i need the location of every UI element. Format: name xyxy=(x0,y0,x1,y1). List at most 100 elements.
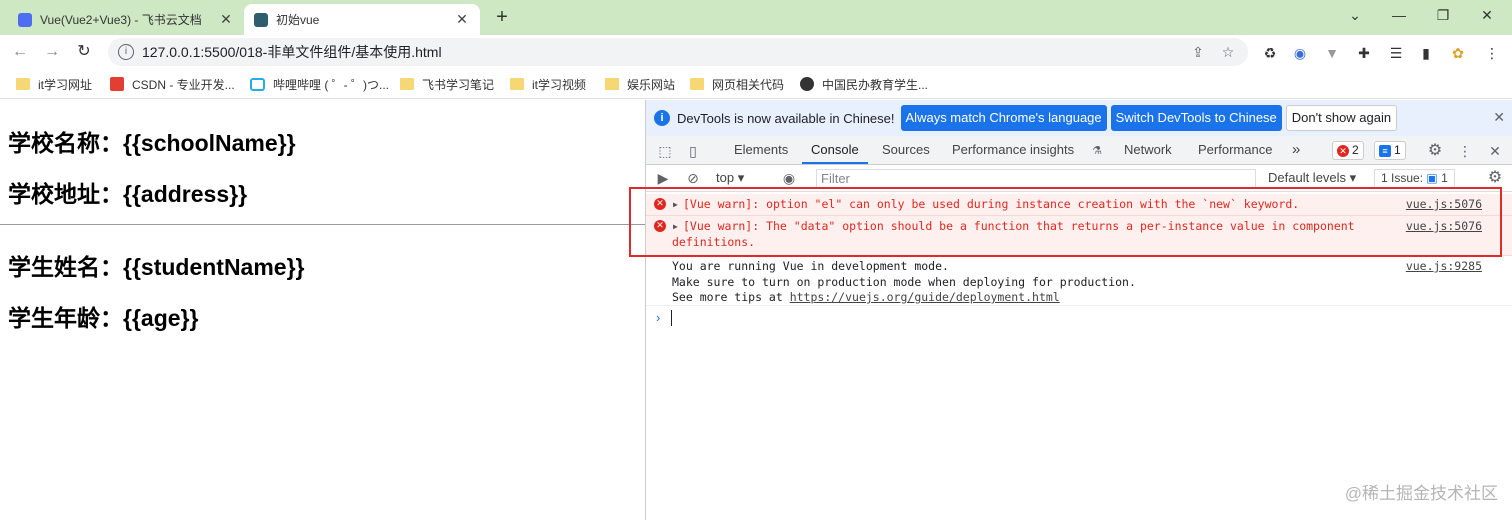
side-panel-icon[interactable]: ▮ xyxy=(1416,43,1436,63)
close-devtools-icon[interactable]: ✕ xyxy=(1486,142,1504,160)
devtools-tabbar: ⬚ ▯ Elements Console Sources Performance… xyxy=(646,136,1512,165)
context-label: top xyxy=(716,170,735,185)
tab-vue-init[interactable]: 初始vue ✕ xyxy=(244,4,480,35)
tab-performance-insights[interactable]: Performance insights xyxy=(952,136,1074,164)
bookmark-entertainment[interactable]: 娱乐网站 xyxy=(605,75,675,93)
message-count: 1 xyxy=(1394,143,1401,157)
bookmark-label: CSDN - 专业开发... xyxy=(132,77,235,92)
close-tab-icon[interactable]: ✕ xyxy=(218,11,234,28)
inspect-element-icon[interactable]: ⬚ xyxy=(656,142,674,160)
tab-elements[interactable]: Elements xyxy=(734,136,788,164)
browser-toolbar: ← → ↻ i 127.0.0.1:5500/018-非单文件组件/基本使用.h… xyxy=(0,35,1512,69)
reload-button[interactable]: ↻ xyxy=(72,40,96,64)
address-bar[interactable]: i 127.0.0.1:5500/018-非单文件组件/基本使用.html ⇪ … xyxy=(108,38,1248,66)
infobar-message: DevTools is now available in Chinese! xyxy=(677,110,895,126)
switch-to-chinese-button[interactable]: Switch DevTools to Chinese xyxy=(1110,105,1282,131)
issues-count: 1 xyxy=(1441,171,1448,185)
device-toolbar-icon[interactable]: ▯ xyxy=(684,142,702,160)
extension-opera-icon[interactable]: ◉ xyxy=(1290,43,1310,63)
restore-button[interactable]: ❐ xyxy=(1428,4,1458,26)
info-line: You are running Vue in development mode. xyxy=(672,259,949,273)
school-name-heading: 学校名称：{{schoolName}} xyxy=(8,130,296,156)
new-tab-button[interactable]: + xyxy=(490,6,514,30)
bookmark-bilibili[interactable]: 哔哩哔哩 ( ゜- ゜)つ... xyxy=(250,75,389,93)
folder-icon xyxy=(400,78,414,90)
student-name-heading: 学生姓名：{{studentName}} xyxy=(8,254,305,280)
error-icon: ✕ xyxy=(1337,145,1349,157)
close-window-button[interactable]: ✕ xyxy=(1472,4,1502,26)
divider xyxy=(0,224,645,225)
site-info-icon[interactable]: i xyxy=(118,44,134,60)
flask-icon: ⚗ xyxy=(1092,145,1102,157)
devtools-menu-icon[interactable]: ⋮ xyxy=(1456,142,1474,160)
bookmark-it-videos[interactable]: it学习视频 xyxy=(510,75,586,93)
back-button[interactable]: ← xyxy=(8,40,32,64)
share-icon[interactable]: ⇪ xyxy=(1188,42,1208,62)
bookmark-csdn[interactable]: CSDN - 专业开发... xyxy=(110,75,235,93)
always-match-language-button[interactable]: Always match Chrome's language xyxy=(900,105,1107,131)
vscode-icon xyxy=(254,12,268,27)
message-icon: ▣ xyxy=(1426,171,1438,185)
bookmark-star-icon[interactable]: ☆ xyxy=(1218,42,1238,62)
log-levels-dropdown[interactable]: Default levels ▾ xyxy=(1268,170,1356,186)
watermark: @稀土掘金技术社区 xyxy=(1344,484,1498,503)
close-tab-icon[interactable]: ✕ xyxy=(454,11,470,28)
issues-button[interactable]: 1 Issue: ▣ 1 xyxy=(1374,169,1455,188)
forward-button[interactable]: → xyxy=(40,40,64,64)
page-content: 学校名称：{{schoolName}} 学校地址：{{address}} 学生姓… xyxy=(0,100,645,520)
console-info-row: You are running Vue in development mode.… xyxy=(646,256,1512,306)
info-message: You are running Vue in development mode.… xyxy=(672,259,1382,306)
tab-network[interactable]: Network xyxy=(1124,136,1172,164)
tab-performance[interactable]: Performance xyxy=(1198,136,1272,164)
error-count-badge[interactable]: ✕ 2 xyxy=(1332,141,1364,160)
folder-icon xyxy=(690,78,704,90)
extension-recycle-icon[interactable]: ♻ xyxy=(1260,43,1280,63)
dont-show-again-button[interactable]: Don't show again xyxy=(1285,105,1398,131)
chrome-menu-icon[interactable]: ⋮ xyxy=(1482,43,1502,63)
extensions-puzzle-icon[interactable]: ✚ xyxy=(1354,43,1374,63)
globe-icon xyxy=(800,77,814,91)
message-count-badge[interactable]: ≡ 1 xyxy=(1374,141,1406,160)
feishu-doc-icon xyxy=(18,12,32,27)
settings-gear-icon[interactable]: ⚙ xyxy=(1426,142,1444,160)
bookmark-label: 娱乐网站 xyxy=(627,77,676,92)
tab-search-icon[interactable]: ⌄ xyxy=(1340,4,1370,26)
csdn-icon xyxy=(110,77,124,91)
clear-console-icon[interactable]: ⊘ xyxy=(684,169,702,187)
close-icon[interactable]: ✕ xyxy=(1493,109,1505,126)
sidebar-toggle-icon[interactable]: ▶ xyxy=(654,169,672,187)
bookmark-label: 飞书学习笔记 xyxy=(422,77,495,92)
tab-feishu-doc[interactable]: Vue(Vue2+Vue3) - 飞书云文档 ✕ xyxy=(8,4,244,35)
minimize-button[interactable]: — xyxy=(1384,4,1414,26)
context-selector[interactable]: top ▾ xyxy=(716,170,744,186)
message-icon: ≡ xyxy=(1379,145,1391,157)
console-input-caret[interactable] xyxy=(671,310,672,326)
info-icon: i xyxy=(654,110,670,126)
folder-icon xyxy=(605,78,619,90)
extension-vue-devtools-icon[interactable]: ▼ xyxy=(1322,43,1342,63)
vue-deployment-link[interactable]: https://vuejs.org/guide/deployment.html xyxy=(790,290,1060,304)
source-link[interactable]: vue.js:9285 xyxy=(1406,259,1482,275)
console-settings-icon[interactable]: ⚙ xyxy=(1486,169,1504,187)
address-url[interactable]: 127.0.0.1:5500/018-非单文件组件/基本使用.html xyxy=(142,42,442,62)
bookmark-label: it学习视频 xyxy=(532,77,587,92)
bookmarks-bar: it学习网址 CSDN - 专业开发... 哔哩哔哩 ( ゜- ゜)つ... 飞… xyxy=(0,69,1512,99)
bookmark-it-sites[interactable]: it学习网址 xyxy=(16,75,92,93)
folder-icon xyxy=(16,78,30,90)
tab-console[interactable]: Console xyxy=(802,136,868,164)
bilibili-icon xyxy=(250,77,265,91)
bookmark-feishu-notes[interactable]: 飞书学习笔记 xyxy=(400,75,494,93)
devtools-panel: i DevTools is now available in Chinese! … xyxy=(645,100,1512,520)
live-expression-eye-icon[interactable]: ◉ xyxy=(780,169,798,187)
tab-sources[interactable]: Sources xyxy=(882,136,930,164)
more-tabs-button[interactable]: » xyxy=(1292,136,1300,164)
console-filter-input[interactable]: Filter xyxy=(816,169,1256,188)
bookmark-label: it学习网址 xyxy=(38,77,93,92)
bookmark-label: 中国民办教育学生... xyxy=(822,77,929,92)
bookmark-web-code[interactable]: 网页相关代码 xyxy=(690,75,784,93)
reading-list-icon[interactable]: ☰ xyxy=(1386,43,1406,63)
bookmark-education[interactable]: 中国民办教育学生... xyxy=(800,75,928,93)
profile-avatar[interactable]: ✿ xyxy=(1448,43,1468,63)
student-age-heading: 学生年龄：{{age}} xyxy=(8,305,199,331)
tab-strip: Vue(Vue2+Vue3) - 飞书云文档 ✕ 初始vue ✕ + ⌄ — ❐… xyxy=(0,0,1512,35)
